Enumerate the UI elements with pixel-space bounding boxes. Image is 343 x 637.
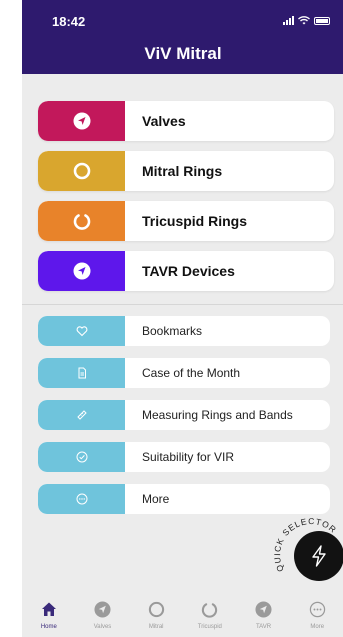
menu-item-label: TAVR Devices	[142, 263, 235, 279]
menu-item-icon-box	[38, 151, 125, 191]
ruler-icon	[76, 410, 87, 420]
tab-label: TAVR	[255, 624, 272, 630]
menu-item-icon-box	[38, 316, 125, 346]
primary-menu: Valves Mitral Rings Tricuspid Rings TAVR…	[38, 101, 334, 301]
home-icon	[40, 600, 58, 618]
menu-item-label: Suitability for VIR	[142, 450, 235, 464]
menu-item-label: Tricuspid Rings	[142, 213, 248, 229]
menu-item-icon-box	[38, 442, 125, 472]
compass-icon	[94, 600, 112, 618]
tab-home[interactable]: Home	[22, 592, 76, 637]
menu-item-icon-box	[38, 400, 125, 430]
tab-valves[interactable]: Valves	[76, 592, 130, 637]
ring-icon	[147, 600, 165, 618]
tab-tricuspid[interactable]: Tricuspid	[183, 592, 237, 637]
battery-icon	[314, 16, 330, 25]
menu-item-label: Case of the Month	[142, 366, 241, 380]
secondary-menu: Bookmarks Case of the Month Measuring Ri…	[38, 316, 330, 526]
ellipsis-icon	[308, 600, 326, 618]
wifi-icon	[298, 16, 310, 25]
tab-label: Tricuspid	[197, 624, 222, 630]
menu-item-label: Mitral Rings	[142, 163, 223, 179]
menu-item-valves[interactable]: Valves	[38, 101, 334, 141]
compass-icon	[73, 112, 90, 130]
tab-label: Home	[40, 624, 57, 630]
status-time: 18:42	[52, 14, 86, 29]
status-icons	[283, 16, 330, 25]
heart-icon	[76, 326, 87, 337]
document-icon	[78, 367, 86, 379]
menu-item-more[interactable]: More	[38, 484, 330, 514]
menu-item-icon-box	[38, 484, 125, 514]
page-title: ViV Mitral	[144, 44, 222, 63]
menu-item-icon-box	[38, 358, 125, 388]
menu-item-icon-box	[38, 101, 125, 141]
tab-bar: Home Valves Mitral Tricuspid TAVR More	[22, 592, 343, 637]
tab-label: More	[310, 624, 325, 630]
ring-icon	[73, 162, 90, 180]
compass-icon	[255, 600, 273, 618]
tab-more[interactable]: More	[290, 592, 343, 637]
tab-mitral[interactable]: Mitral	[129, 592, 183, 637]
lightning-icon	[312, 545, 326, 567]
tab-label: Valves	[93, 624, 112, 630]
menu-item-bookmarks[interactable]: Bookmarks	[38, 316, 330, 346]
ellipsis-icon	[76, 493, 87, 505]
menu-item-label: Bookmarks	[142, 324, 203, 338]
open-ring-icon	[73, 214, 90, 230]
section-divider	[22, 304, 343, 305]
app-frame: 18:42 ViV Mitral Valves Mitral Rings Tri…	[22, 0, 343, 637]
tab-label: Mitral	[148, 624, 164, 630]
menu-item-suitability-for-vir[interactable]: Suitability for VIR	[38, 442, 330, 472]
quick-selector-button[interactable]	[294, 531, 343, 581]
menu-item-mitral-rings[interactable]: Mitral Rings	[38, 151, 334, 191]
menu-item-tavr-devices[interactable]: TAVR Devices	[38, 251, 334, 291]
menu-item-label: Valves	[142, 113, 186, 129]
menu-item-case-of-the-month[interactable]: Case of the Month	[38, 358, 330, 388]
menu-item-label: More	[142, 492, 170, 506]
check-circle-icon	[76, 451, 87, 463]
signal-icon	[283, 16, 294, 25]
menu-item-measuring-rings-and-bands[interactable]: Measuring Rings and Bands	[38, 400, 330, 430]
menu-item-tricuspid-rings[interactable]: Tricuspid Rings	[38, 201, 334, 241]
compass-icon	[73, 262, 90, 280]
tab-tavr[interactable]: TAVR	[237, 592, 291, 637]
app-header: 18:42 ViV Mitral	[22, 0, 343, 74]
menu-item-label: Measuring Rings and Bands	[142, 408, 293, 422]
menu-item-icon-box	[38, 251, 125, 291]
menu-item-icon-box	[38, 201, 125, 241]
open-ring-icon	[201, 600, 219, 618]
